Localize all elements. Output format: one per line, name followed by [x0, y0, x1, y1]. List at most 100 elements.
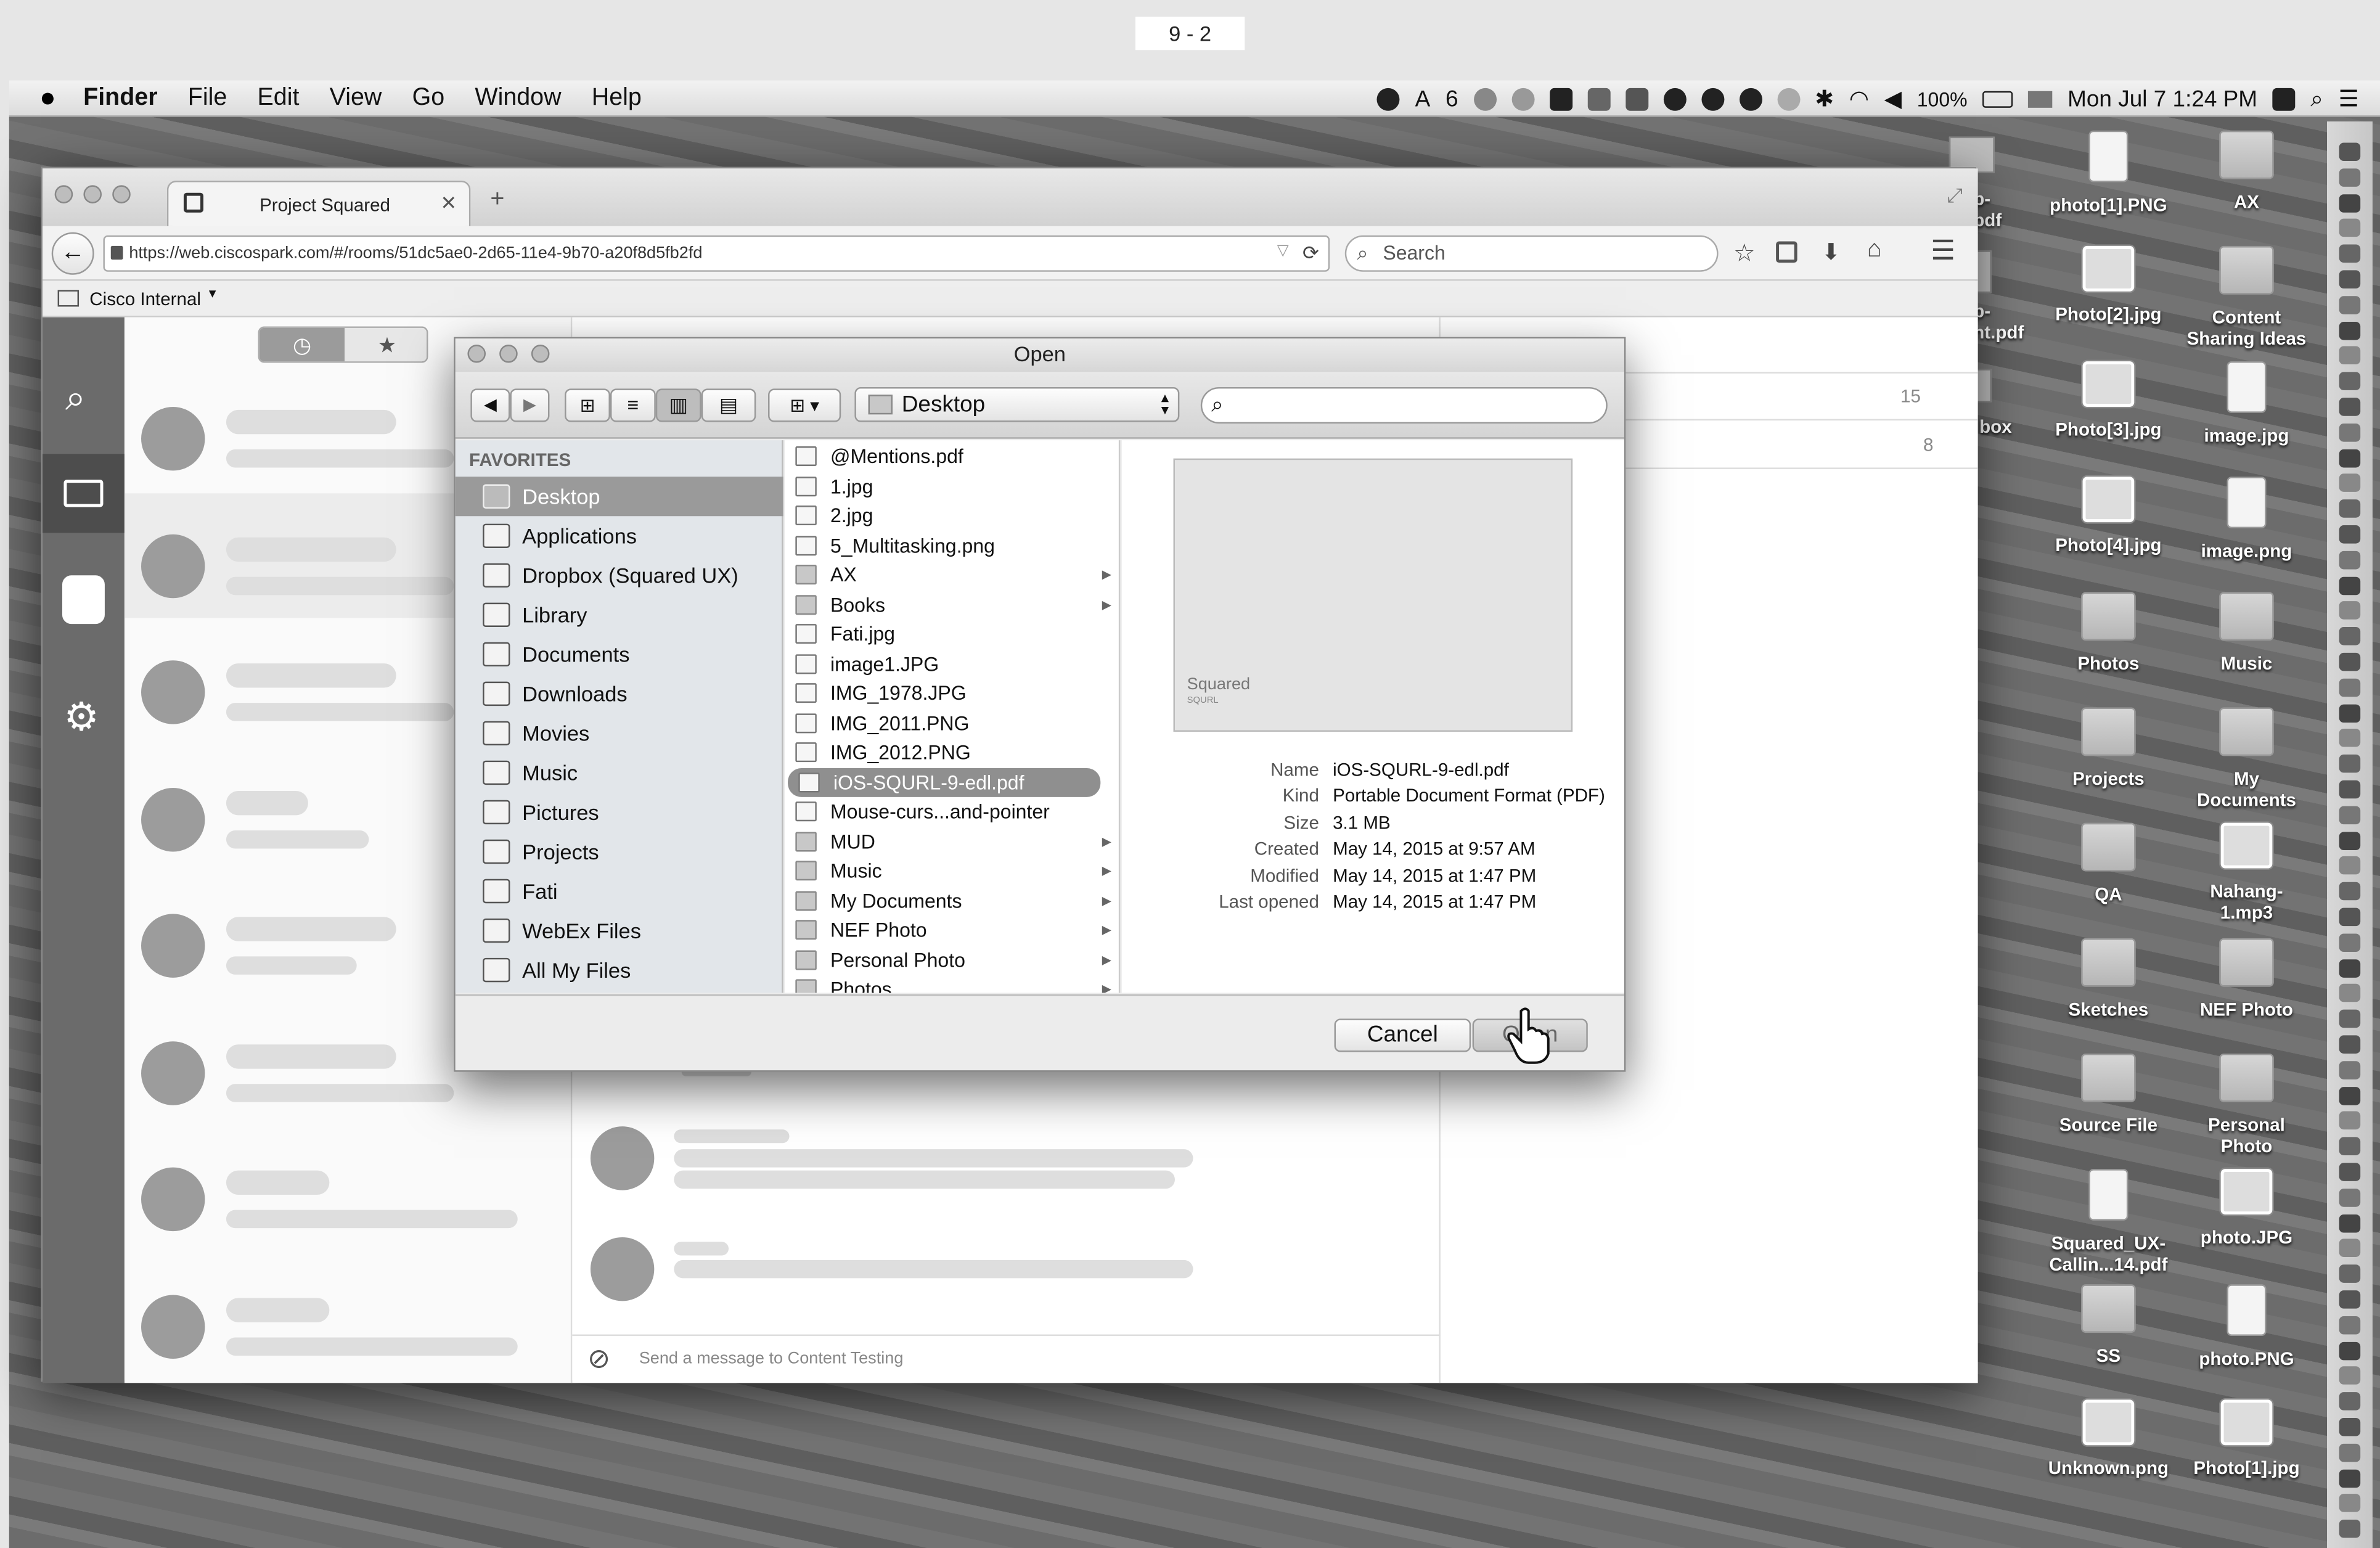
dock-app-icon[interactable]	[2339, 551, 2361, 569]
dock-app-icon[interactable]	[2339, 270, 2361, 289]
status-drop-icon[interactable]	[1662, 87, 1686, 110]
browser-tab[interactable]: Project Squared ✕	[166, 181, 471, 226]
file-item[interactable]: Music ▶	[785, 856, 1119, 886]
menu-help[interactable]: Help	[592, 84, 642, 112]
icon-view-button[interactable]: ⊞	[565, 388, 610, 422]
dock-app-icon[interactable]	[2339, 1086, 2361, 1105]
settings-gear-icon[interactable]: ⚙	[63, 694, 99, 740]
zoom-window-button[interactable]	[112, 185, 131, 203]
desktop-icon[interactable]: Music	[2185, 592, 2309, 674]
file-item[interactable]: iOS-SQURL-9-edl.pdf	[788, 767, 1101, 797]
url-bar[interactable]: https://web.ciscospark.com/#/rooms/51dc5…	[103, 235, 1330, 272]
desktop-icon[interactable]: Source File	[2046, 1053, 2170, 1136]
sidebar-item-projects[interactable]: Projects	[456, 832, 783, 871]
file-item[interactable]: Fati.jpg	[785, 620, 1119, 649]
desktop-icon[interactable]: Photo[2].jpg	[2046, 245, 2170, 325]
apple-icon[interactable]: ●	[39, 82, 56, 114]
sidebar-item-webex-files[interactable]: WebEx Files	[456, 911, 783, 951]
status-chat-icon[interactable]	[1739, 87, 1762, 110]
status-sync-icon[interactable]	[1473, 87, 1497, 110]
dock-app-icon[interactable]	[2339, 219, 2361, 238]
dock-app-icon[interactable]	[2339, 474, 2361, 493]
dock-app-icon[interactable]	[2339, 1367, 2361, 1385]
dock-app-icon[interactable]	[2339, 576, 2361, 595]
home-icon[interactable]: ⌂	[1867, 237, 1882, 264]
dock-app-icon[interactable]	[2339, 1316, 2361, 1335]
dock-app-icon[interactable]	[2339, 959, 2361, 977]
favorites-filter-star-icon[interactable]: ★	[344, 327, 427, 362]
dock-app-icon[interactable]	[2339, 1163, 2361, 1181]
filter-toggle[interactable]: ◷ ★	[258, 326, 428, 363]
dock-app-icon[interactable]	[2339, 142, 2361, 162]
back-button[interactable]: ←	[51, 232, 94, 275]
file-item[interactable]: My Documents ▶	[785, 886, 1119, 915]
sidebar-item-music[interactable]: Music	[456, 753, 783, 792]
dock-app-icon[interactable]	[2339, 678, 2361, 697]
column-view-button[interactable]: ▥	[655, 388, 701, 422]
file-item[interactable]: IMG_1978.JPG	[785, 679, 1119, 708]
dock-app-icon[interactable]	[2339, 806, 2361, 824]
zoom-dialog-button[interactable]	[531, 344, 550, 363]
dock-app-icon[interactable]	[2339, 1188, 2361, 1207]
file-item[interactable]: NEF Photo ▶	[785, 915, 1119, 945]
menu-window[interactable]: Window	[475, 84, 561, 112]
menu-icon[interactable]: ☰	[1931, 235, 1955, 268]
file-item[interactable]: 1.jpg	[785, 472, 1119, 501]
rooms-nav-item[interactable]	[42, 454, 125, 533]
status-display-icon[interactable]	[2272, 87, 2296, 110]
arrange-button[interactable]: ⊞ ▾	[768, 388, 841, 422]
status-cloud-icon[interactable]	[1511, 87, 1534, 110]
sidebar-item-movies[interactable]: Movies	[456, 713, 783, 753]
minimize-dialog-button[interactable]	[499, 344, 518, 363]
dock-app-icon[interactable]	[2339, 423, 2361, 442]
dock-app-icon[interactable]	[2339, 1520, 2361, 1538]
dock-app-icon[interactable]	[2339, 882, 2361, 901]
composer[interactable]: ⊘ Send a message to Content Testing	[572, 1334, 1441, 1383]
status-app-icon[interactable]	[1377, 87, 1401, 110]
status-folder-icon[interactable]	[1625, 87, 1648, 110]
dock-app-icon[interactable]	[2339, 984, 2361, 1003]
desktop-icon[interactable]: photo[1].PNG	[2046, 130, 2170, 216]
dock-app-icon[interactable]	[2339, 1213, 2361, 1232]
minimize-window-button[interactable]	[83, 185, 102, 203]
back-nav-button[interactable]: ◀	[470, 388, 510, 422]
dock-app-icon[interactable]	[2339, 1239, 2361, 1258]
new-tab-button[interactable]: +	[490, 187, 504, 214]
file-item[interactable]: Personal Photo ▶	[785, 945, 1119, 975]
file-item[interactable]: Books ▶	[785, 590, 1119, 620]
list-view-button[interactable]: ≡	[610, 388, 656, 422]
file-item[interactable]: IMG_2012.PNG	[785, 738, 1119, 768]
status-timemachine-icon[interactable]	[1777, 87, 1800, 110]
dock-app-icon[interactable]	[2339, 1341, 2361, 1360]
dock-app-icon[interactable]	[2339, 525, 2361, 544]
dock-app-icon[interactable]	[2339, 907, 2361, 927]
menu-file[interactable]: File	[188, 84, 227, 112]
dock-app-icon[interactable]	[2339, 1137, 2361, 1156]
desktop-icon[interactable]: AX	[2185, 130, 2309, 213]
status-evernote-icon[interactable]	[1549, 87, 1572, 110]
desktop-icon[interactable]: Photo[4].jpg	[2046, 477, 2170, 555]
sidebar-item-pictures[interactable]: Pictures	[456, 792, 783, 832]
desktop-icon[interactable]: image.png	[2185, 477, 2309, 562]
sidebar-item-desktop[interactable]: Desktop	[455, 477, 783, 517]
desktop-icon[interactable]: Sketches	[2046, 938, 2170, 1020]
file-item[interactable]: Photos ▶	[785, 975, 1119, 993]
dock-app-icon[interactable]	[2339, 602, 2361, 620]
cancel-button[interactable]: Cancel	[1334, 1018, 1471, 1052]
status-shield-icon[interactable]	[1587, 87, 1610, 110]
menu-view[interactable]: View	[330, 84, 382, 112]
bookmark-dropdown-icon[interactable]: ▼	[207, 287, 219, 300]
sidebar-item-library[interactable]: Library	[456, 595, 783, 634]
desktop-icon[interactable]: Personal Photo	[2185, 1053, 2309, 1157]
desktop-icon[interactable]: Nahang-1.mp3	[2185, 822, 2309, 923]
reading-list-icon[interactable]	[1776, 241, 1797, 263]
dock-app-icon[interactable]	[2339, 194, 2361, 212]
close-window-button[interactable]	[54, 185, 73, 203]
dock-app-icon[interactable]	[2339, 652, 2361, 671]
status-notification-icon[interactable]: A	[1415, 86, 1431, 112]
battery-icon[interactable]	[1982, 90, 2013, 107]
dock-app-icon[interactable]	[2339, 168, 2361, 187]
sidebar-item-applications[interactable]: Applications	[456, 516, 783, 555]
sidebar-item-documents[interactable]: Documents	[456, 634, 783, 674]
download-icon[interactable]: ⬇	[1822, 239, 1841, 266]
